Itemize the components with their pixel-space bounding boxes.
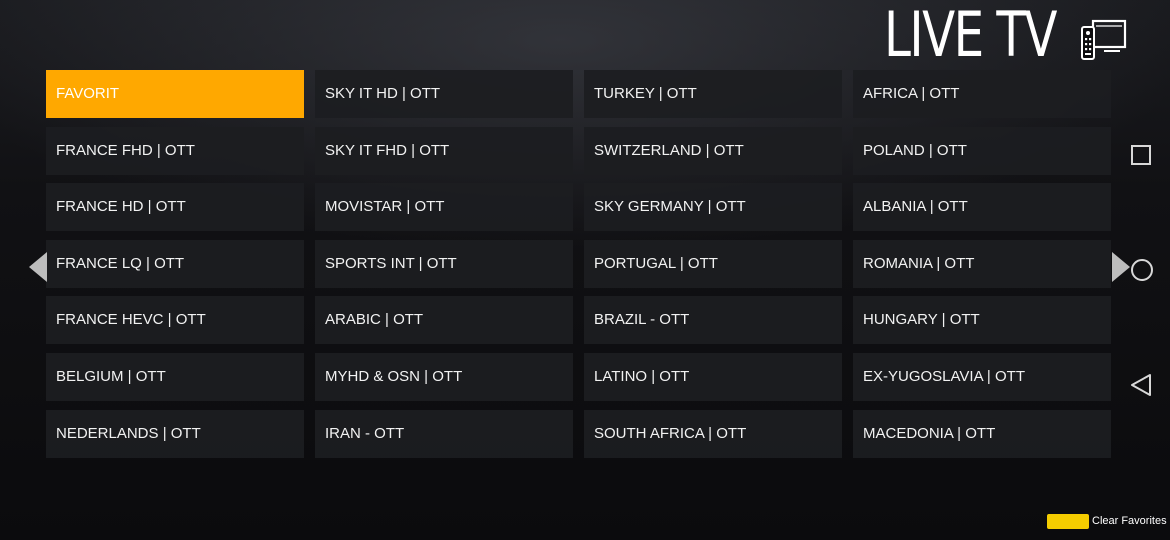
- category-tile[interactable]: MOVISTAR | OTT: [315, 183, 573, 232]
- category-tile[interactable]: SPORTS INT | OTT: [315, 239, 573, 288]
- clear-favorites-label: Clear Favorites: [1092, 515, 1167, 527]
- category-tile[interactable]: FAVORIT: [46, 70, 304, 118]
- category-tile[interactable]: HUNGARY | OTT: [853, 296, 1111, 345]
- category-tile[interactable]: SWITZERLAND | OTT: [584, 126, 842, 175]
- category-tile[interactable]: BRAZIL - OTT: [584, 296, 842, 345]
- category-tile[interactable]: POLAND | OTT: [853, 126, 1111, 175]
- category-tile[interactable]: FRANCE LQ | OTT: [46, 239, 304, 288]
- category-tile[interactable]: MYHD & OSN | OTT: [315, 352, 573, 401]
- category-tile[interactable]: EX-YUGOSLAVIA | OTT: [853, 352, 1111, 401]
- category-tile[interactable]: SKY IT FHD | OTT: [315, 126, 573, 175]
- category-tile[interactable]: ALBANIA | OTT: [853, 183, 1111, 232]
- category-tile[interactable]: FRANCE HD | OTT: [46, 183, 304, 232]
- category-tile[interactable]: LATINO | OTT: [584, 352, 842, 401]
- circle-icon[interactable]: [1130, 258, 1154, 282]
- category-grid: FAVORIT SKY IT HD | OTT TURKEY | OTT AFRICA…: [46, 70, 1111, 458]
- category-tile[interactable]: IRAN - OTT: [315, 409, 573, 458]
- category-tile[interactable]: TURKEY | OTT: [584, 70, 842, 118]
- page-title: LIVE TV: [884, 0, 1057, 71]
- category-tile[interactable]: BELGIUM | OTT: [46, 352, 304, 401]
- category-tile[interactable]: FRANCE FHD | OTT: [46, 126, 304, 175]
- category-tile[interactable]: ARABIC | OTT: [315, 296, 573, 345]
- tv-remote-icon: [1081, 19, 1127, 60]
- category-tile[interactable]: PORTUGAL | OTT: [584, 239, 842, 288]
- clear-favorites-button[interactable]: Clear Favorites: [1047, 513, 1167, 529]
- square-icon[interactable]: [1130, 144, 1152, 166]
- category-tile[interactable]: SKY IT HD | OTT: [315, 70, 573, 118]
- yellow-key-indicator: [1047, 513, 1089, 529]
- category-tile[interactable]: NEDERLANDS | OTT: [46, 409, 304, 458]
- category-tile[interactable]: ROMANIA | OTT: [853, 239, 1111, 288]
- live-tv-screen: LIVE TV FAVORIT SKY IT HD | OTT TURKEY | O…: [0, 0, 1170, 540]
- category-tile[interactable]: AFRICA | OTT: [853, 70, 1111, 118]
- chevron-right-icon[interactable]: [1110, 250, 1132, 284]
- category-tile[interactable]: FRANCE HEVC | OTT: [46, 296, 304, 345]
- category-tile[interactable]: MACEDONIA | OTT: [853, 409, 1111, 458]
- category-tile[interactable]: SOUTH AFRICA | OTT: [584, 409, 842, 458]
- triangle-back-icon[interactable]: [1129, 372, 1153, 398]
- category-tile[interactable]: SKY GERMANY | OTT: [584, 183, 842, 232]
- chevron-left-icon[interactable]: [27, 250, 49, 284]
